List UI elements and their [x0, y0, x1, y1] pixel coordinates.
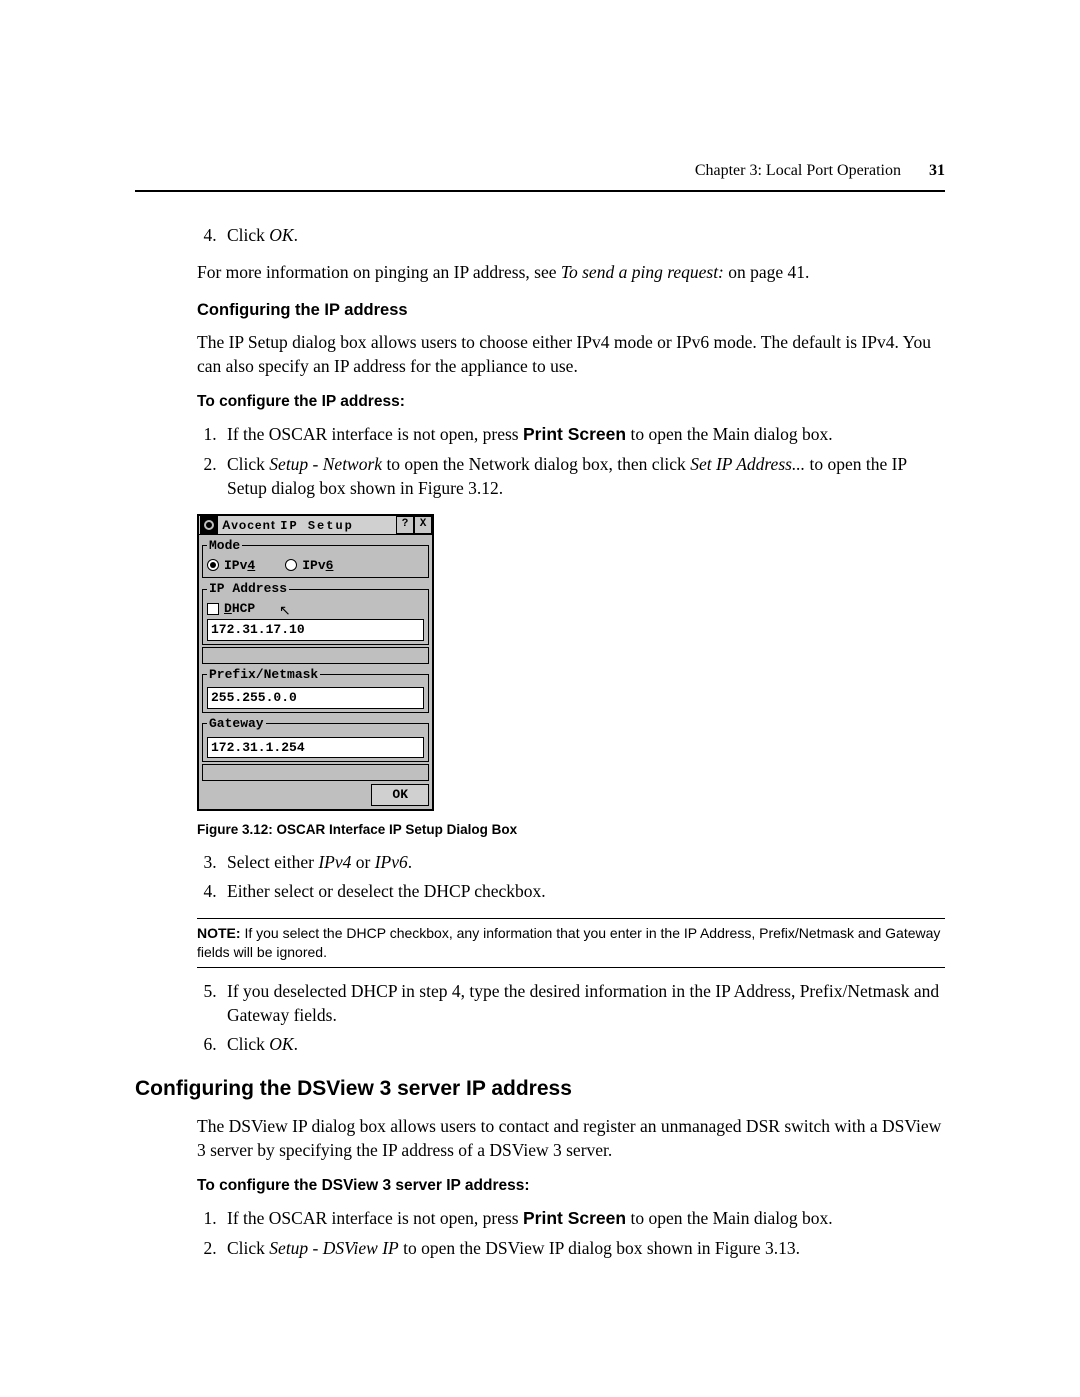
- prefix-netmask-legend: Prefix/Netmask: [207, 666, 320, 684]
- ip-setup-dialog: Avocent IP Setup ? X Mode IPv4 IPv6: [197, 514, 434, 810]
- note-box: NOTE: If you select the DHCP checkbox, a…: [197, 918, 945, 968]
- gateway-legend: Gateway: [207, 715, 266, 733]
- step-1: If the OSCAR interface is not open, pres…: [221, 423, 945, 447]
- gateway-field[interactable]: 172.31.1.254: [207, 737, 424, 759]
- figure-caption: Figure 3.12: OSCAR Interface IP Setup Di…: [197, 821, 945, 839]
- step-3: Select either IPv4 or IPv6.: [221, 851, 945, 875]
- checkbox-icon: [207, 603, 219, 615]
- heading-dsview: Configuring the DSView 3 server IP addre…: [135, 1075, 945, 1103]
- step-list-continued: Click OK.: [197, 224, 945, 248]
- step-4b: Either select or deselect the DHCP check…: [221, 880, 945, 904]
- ipv4-radio[interactable]: IPv4: [207, 557, 255, 575]
- page-header: Chapter 3: Local Port Operation 31: [135, 160, 945, 192]
- mode-group: Mode IPv4 IPv6: [202, 537, 429, 578]
- step-list-dsview: If the OSCAR interface is not open, pres…: [197, 1207, 945, 1260]
- dialog-title: Avocent IP Setup: [218, 517, 396, 534]
- heading-to-configure-ip: To configure the IP address:: [197, 392, 945, 413]
- dhcp-checkbox[interactable]: DHCP ↖: [207, 600, 424, 618]
- step-list-configure-ip: If the OSCAR interface is not open, pres…: [197, 423, 945, 500]
- heading-to-config-dsview: To configure the DSView 3 server IP addr…: [197, 1176, 945, 1197]
- page-number: 31: [929, 160, 945, 182]
- avocent-logo-icon: [200, 516, 218, 534]
- blank-field-1: [202, 647, 429, 664]
- note-label: NOTE:: [197, 925, 241, 941]
- step-2: Click Setup - Network to open the Networ…: [221, 453, 945, 500]
- ip-address-field[interactable]: 172.31.17.10: [207, 619, 424, 641]
- step-list-after-note: If you deselected DHCP in step 4, type t…: [197, 980, 945, 1057]
- prefix-netmask-group: Prefix/Netmask 255.255.0.0: [202, 666, 429, 713]
- ok-button[interactable]: OK: [371, 784, 429, 806]
- dialog-footer: OK: [199, 782, 432, 809]
- radio-icon: [207, 559, 219, 571]
- gateway-group: Gateway 172.31.1.254: [202, 715, 429, 762]
- page: Chapter 3: Local Port Operation 31 Click…: [0, 0, 1080, 1397]
- content-area: Click OK. For more information on pingin…: [135, 224, 945, 1261]
- dsview-paragraph: The DSView IP dialog box allows users to…: [197, 1115, 945, 1162]
- cursor-icon: ↖: [279, 601, 291, 620]
- step-5: If you deselected DHCP in step 4, type t…: [221, 980, 945, 1027]
- ipv6-radio[interactable]: IPv6: [285, 557, 333, 575]
- ip-address-legend: IP Address: [207, 580, 289, 598]
- radio-icon: [285, 559, 297, 571]
- help-button[interactable]: ?: [396, 516, 414, 534]
- netmask-field[interactable]: 255.255.0.0: [207, 687, 424, 709]
- step-6: Click OK.: [221, 1033, 945, 1057]
- heading-configuring-ip: Configuring the IP address: [197, 299, 945, 321]
- mode-legend: Mode: [207, 537, 242, 555]
- blank-field-2: [202, 764, 429, 781]
- step-list-after-figure: Select either IPv4 or IPv6. Either selec…: [197, 851, 945, 904]
- chapter-label: Chapter 3: Local Port Operation: [695, 160, 901, 182]
- ip-address-group: IP Address DHCP ↖ 172.31.17.10: [202, 580, 429, 645]
- close-button[interactable]: X: [414, 516, 432, 534]
- ipsetup-paragraph: The IP Setup dialog box allows users to …: [197, 331, 945, 378]
- step-4: Click OK.: [221, 224, 945, 248]
- ping-paragraph: For more information on pinging an IP ad…: [197, 261, 945, 285]
- dsview-step-2: Click Setup - DSView IP to open the DSVi…: [221, 1237, 945, 1261]
- dsview-step-1: If the OSCAR interface is not open, pres…: [221, 1207, 945, 1231]
- dialog-titlebar: Avocent IP Setup ? X: [199, 516, 432, 535]
